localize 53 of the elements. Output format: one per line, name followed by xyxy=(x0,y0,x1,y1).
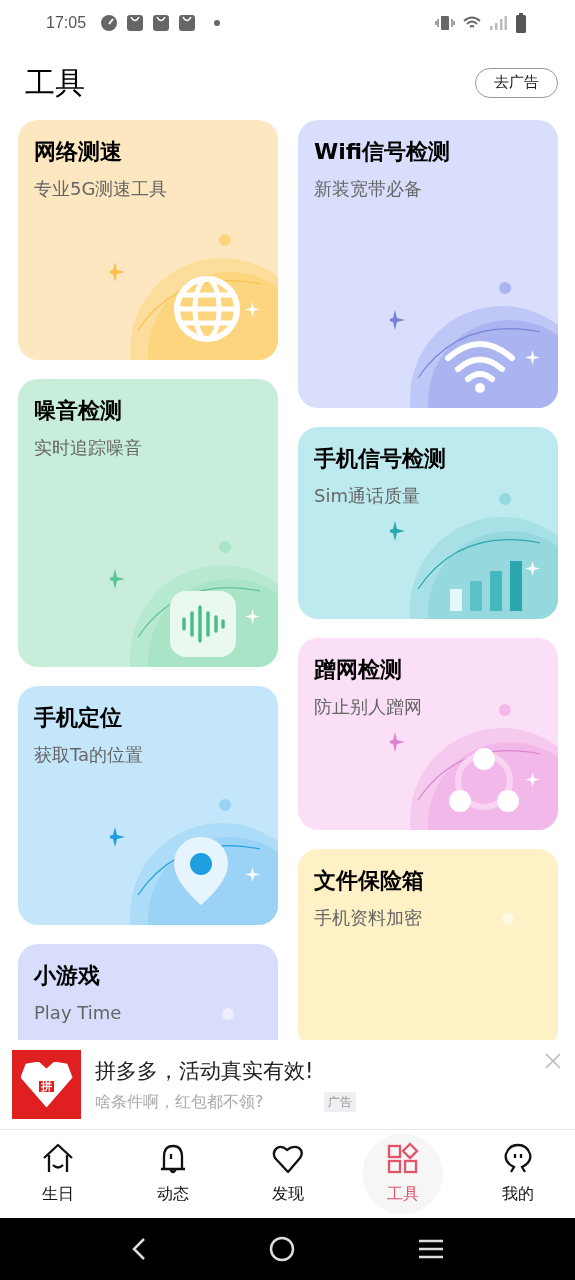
sound-wave-icon xyxy=(170,591,236,657)
speedometer-icon xyxy=(100,13,119,32)
tool-card[interactable]: Wifi信号检测 新装宽带必备 xyxy=(298,120,558,408)
logo-text: 拼 xyxy=(39,1081,54,1092)
ad-badge: 广告 xyxy=(323,1091,356,1112)
home-icon[interactable] xyxy=(269,1236,296,1262)
status-time: 17:05 xyxy=(46,12,87,33)
card-subtitle: 专业5G测速工具 xyxy=(34,177,168,201)
nav-tab[interactable]: 动态 xyxy=(115,1130,230,1218)
location-pin-icon xyxy=(172,835,230,907)
globe-icon xyxy=(172,274,242,344)
tool-card[interactable]: 手机定位 获取Ta的位置 xyxy=(18,686,278,925)
dot-icon xyxy=(214,19,221,26)
tool-card[interactable]: 网络测速 专业5G测速工具 xyxy=(18,120,278,360)
card-subtitle: Play Time xyxy=(34,1001,122,1025)
signal-bars-icon xyxy=(450,561,522,611)
card-title: 手机信号检测 xyxy=(314,445,446,473)
card-title: 蹭网检测 xyxy=(314,656,402,684)
tool-card[interactable]: 蹭网检测 防止别人蹭网 xyxy=(298,638,558,830)
grid-icon xyxy=(385,1142,420,1176)
vibrate-icon xyxy=(435,14,455,31)
wifi-icon xyxy=(444,338,516,394)
ad-title: 拼多多，活动真实有效! xyxy=(95,1057,315,1085)
card-subtitle: 获取Ta的位置 xyxy=(34,743,144,767)
tool-card[interactable]: 文件保险箱 手机资料加密 xyxy=(298,849,558,1040)
shopping-bag-icon xyxy=(152,13,171,32)
menu-icon[interactable] xyxy=(417,1238,444,1260)
back-icon[interactable] xyxy=(131,1237,148,1261)
card-title: 小游戏 xyxy=(34,962,100,990)
card-subtitle: Sim通话质量 xyxy=(314,484,420,508)
card-title: 手机定位 xyxy=(34,704,122,732)
card-title: 噪音检测 xyxy=(34,397,122,425)
card-title: Wifi信号检测 xyxy=(314,138,451,166)
nav-tab[interactable]: 生日 xyxy=(0,1130,115,1218)
shopping-bag-icon xyxy=(178,13,197,32)
card-subtitle: 手机资料加密 xyxy=(314,906,422,930)
battery-icon xyxy=(515,12,527,33)
dot-decoration xyxy=(502,913,514,925)
tool-card[interactable]: 噪音检测 实时追踪噪音 xyxy=(18,379,278,667)
signal-icon xyxy=(489,14,507,31)
ad-subtitle: 啥条件啊，红包都不领? xyxy=(95,1090,264,1113)
nav-tab[interactable]: 我的 xyxy=(460,1130,575,1218)
shopping-bag-icon xyxy=(126,13,145,32)
tool-card[interactable]: 小游戏 Play Time xyxy=(18,944,278,1040)
card-subtitle: 实时追踪噪音 xyxy=(34,436,142,460)
card-title: 文件保险箱 xyxy=(314,867,424,895)
card-title: 网络测速 xyxy=(34,138,122,166)
card-subtitle: 防止别人蹭网 xyxy=(314,695,422,719)
card-subtitle: 新装宽带必备 xyxy=(314,177,422,201)
tool-card[interactable]: 手机信号检测 Sim通话质量 xyxy=(298,427,558,619)
share-nodes-icon xyxy=(448,748,520,814)
page-title: 工具 xyxy=(25,64,85,102)
nav-tab[interactable]: 发现 xyxy=(230,1130,345,1218)
